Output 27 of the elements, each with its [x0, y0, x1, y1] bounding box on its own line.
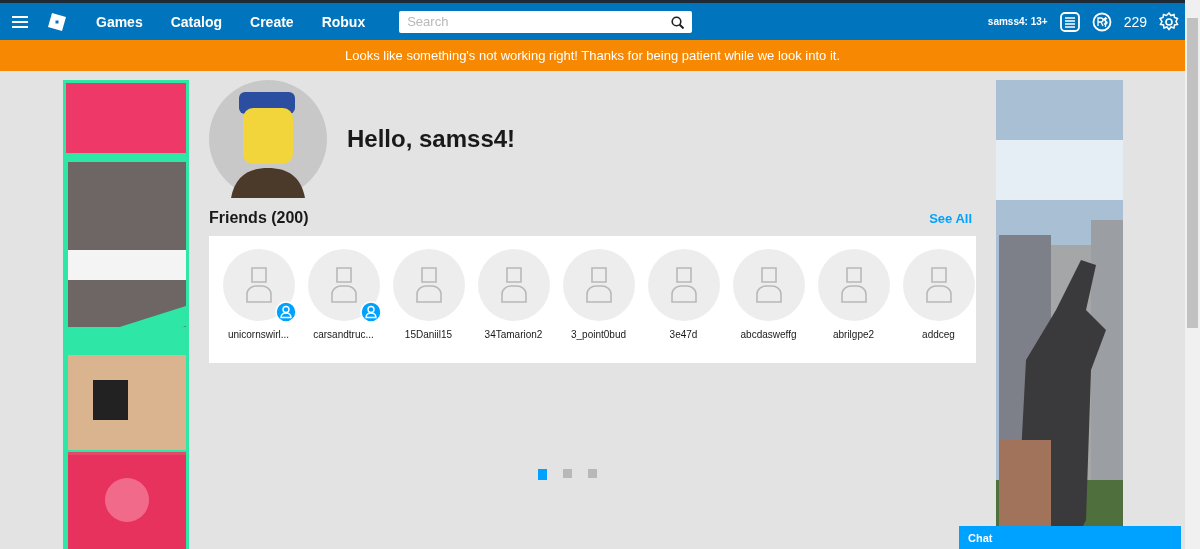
friend-name[interactable]: abrilgpe2 [832, 329, 875, 340]
settings-icon[interactable] [1159, 11, 1179, 32]
friend-name[interactable]: addceg [922, 329, 955, 340]
friend-name[interactable]: 3e47d [669, 329, 698, 340]
scrollbar-thumb[interactable] [1187, 18, 1198, 328]
nav-link[interactable]: Create [250, 13, 294, 30]
search-field[interactable]: Search [399, 10, 693, 33]
nav-link[interactable]: Robux [321, 13, 366, 30]
notes-icon[interactable] [1059, 11, 1080, 32]
logo-icon[interactable] [48, 12, 66, 31]
friend-name[interactable]: carsandtruc... [313, 329, 374, 340]
search-icon[interactable] [671, 15, 685, 29]
nav-link[interactable]: Catalog [170, 13, 223, 30]
nav-link[interactable]: Games [96, 13, 143, 30]
robux-count[interactable]: 229 [1123, 13, 1147, 30]
friend-name[interactable]: 3_point0bud [570, 329, 627, 340]
friend-name[interactable]: 15Daniil15 [404, 329, 453, 340]
friend-name[interactable]: abcdasweffg [740, 329, 797, 340]
menu-icon[interactable] [12, 15, 28, 28]
scrollbar[interactable] [1185, 0, 1200, 549]
friend-name[interactable]: 34Tamarion2 [484, 329, 543, 340]
friends-title: Friends (200) [209, 209, 309, 227]
banner-message: Looks like something's not working right! Thanks for being patient while we look into it. [344, 48, 841, 63]
username-label[interactable]: samss4: 13+ [987, 16, 1048, 27]
greeting: Hello, samss4! [347, 125, 516, 153]
currency-icon[interactable] [1091, 11, 1112, 32]
friend-name[interactable]: unicornswirl... [227, 329, 290, 340]
